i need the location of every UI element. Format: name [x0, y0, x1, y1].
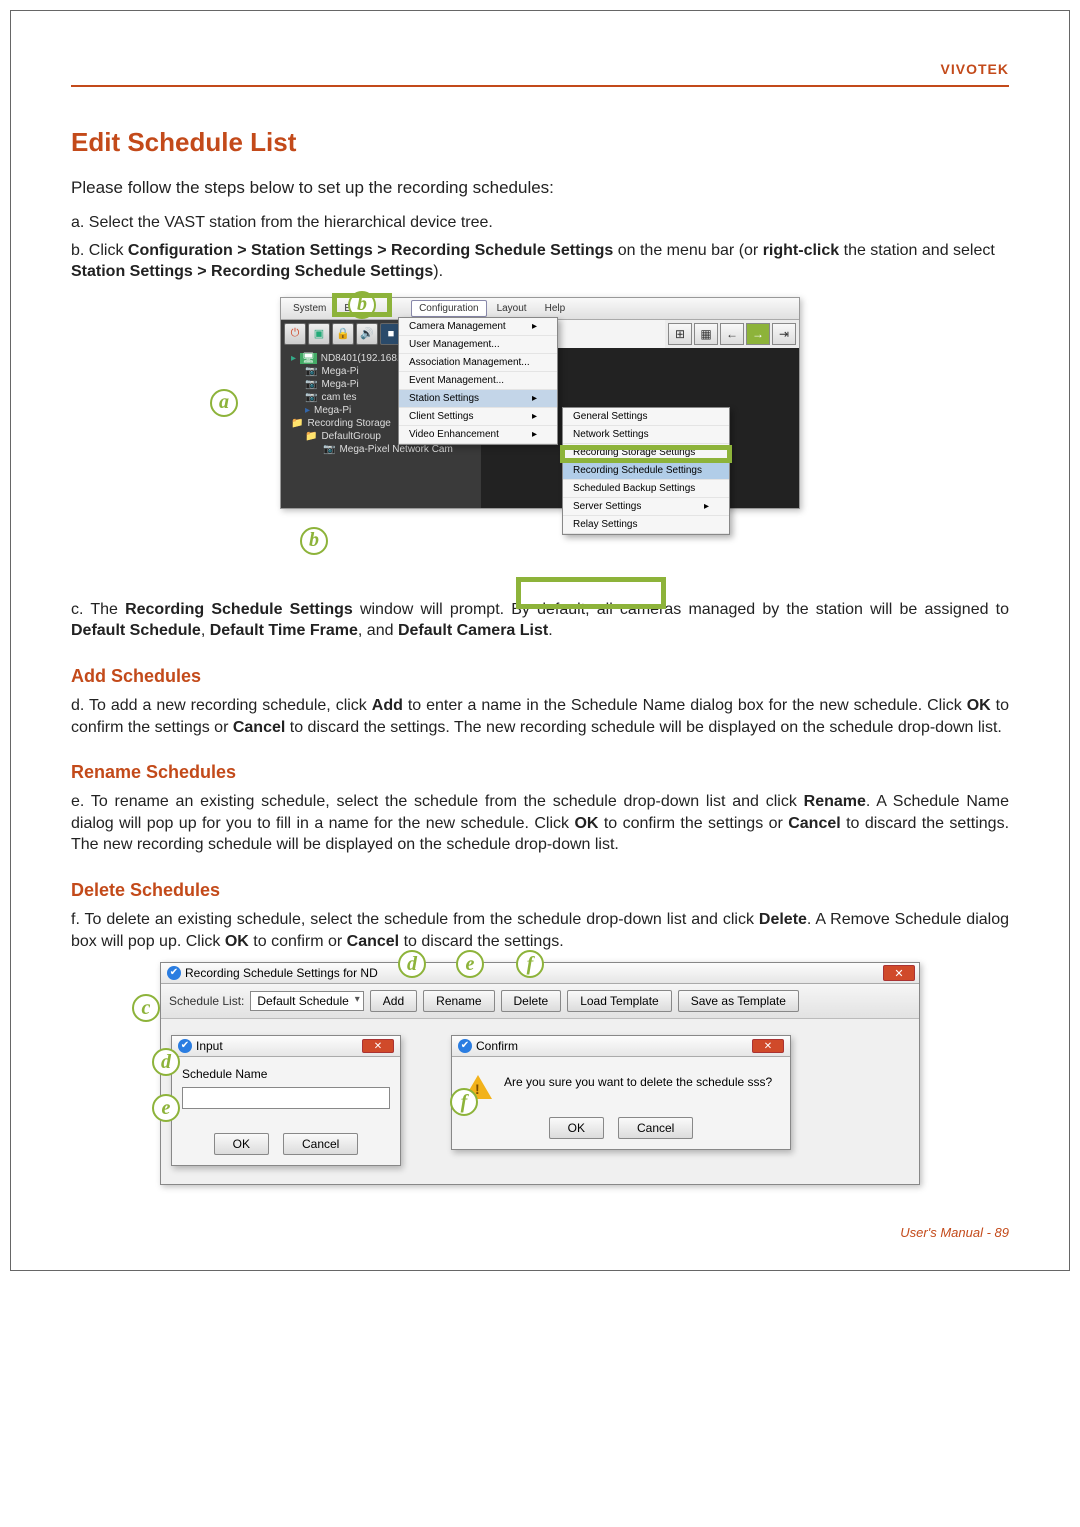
confirm-dialog-title: Confirm — [476, 1039, 518, 1053]
callout-d: d — [152, 1048, 180, 1076]
submenu-general[interactable]: General Settings — [563, 408, 729, 426]
camera-icon[interactable]: ▣ — [308, 323, 330, 345]
toolbar-right: ⊞ ▦ ← → ⇥ — [665, 320, 799, 348]
rss-toolbar: Schedule List: Default Schedule Add Rena… — [161, 984, 919, 1019]
step-e: e. To rename an existing schedule, selec… — [71, 791, 1009, 856]
input-dialog: ✔ Input ✕ Schedule Name OK Cancel — [171, 1035, 401, 1166]
confirm-message: Are you sure you want to delete the sche… — [504, 1075, 772, 1089]
heading-delete-schedules: Delete Schedules — [71, 880, 1009, 901]
input-dialog-title: Input — [196, 1039, 223, 1053]
menu-configuration[interactable]: Configuration — [411, 300, 486, 317]
schedule-name-input[interactable] — [182, 1087, 390, 1109]
cancel-button[interactable]: Cancel — [283, 1133, 358, 1155]
menu-client-settings[interactable]: Client Settings▸ — [399, 408, 557, 426]
submenu-server[interactable]: Server Settings▸ — [563, 498, 729, 516]
step-a: a. Select the VAST station from the hier… — [71, 212, 1009, 234]
highlight-rec-schedule — [560, 445, 732, 463]
close-icon[interactable]: ✕ — [883, 965, 915, 981]
power-icon[interactable]: ⏻ — [284, 323, 306, 345]
ok-button[interactable]: OK — [549, 1117, 604, 1139]
menu-user-mgmt[interactable]: User Management... — [399, 336, 557, 354]
footer-page: 89 — [995, 1225, 1009, 1240]
callout-f-top: f — [516, 950, 544, 978]
load-template-button[interactable]: Load Template — [567, 990, 672, 1012]
submenu-rec-schedule[interactable]: Recording Schedule Settings — [563, 462, 729, 480]
footer-label: User's Manual - — [900, 1225, 994, 1240]
close-icon[interactable]: ✕ — [752, 1039, 784, 1053]
schedule-list-dropdown[interactable]: Default Schedule — [250, 991, 363, 1011]
add-button[interactable]: Add — [370, 990, 417, 1012]
menu-camera-mgmt[interactable]: Camera Management▸ — [399, 318, 557, 336]
step-a-text: Select the VAST station from the hierarc… — [84, 214, 493, 231]
step-b-prefix: b. — [71, 242, 84, 259]
callout-c: c — [132, 994, 160, 1022]
page-header: VIVOTEK — [71, 61, 1009, 87]
menu-video-enh[interactable]: Video Enhancement▸ — [399, 426, 557, 444]
step-d: d. To add a new recording schedule, clic… — [71, 695, 1009, 738]
layout-icon[interactable]: ▦ — [694, 323, 718, 345]
menu-assoc-mgmt[interactable]: Association Management... — [399, 354, 557, 372]
page-footer: User's Manual - 89 — [71, 1225, 1009, 1240]
callout-b2: b — [300, 527, 328, 555]
ok-button[interactable]: OK — [214, 1133, 269, 1155]
lock-icon[interactable]: 🔒 — [332, 323, 354, 345]
menu-layout[interactable]: Layout — [489, 300, 535, 317]
vivotek-logo-icon: ✔ — [167, 966, 181, 980]
callout-f: f — [450, 1088, 478, 1116]
config-dropdown: Camera Management▸ User Management... As… — [398, 317, 558, 445]
highlight-empty — [516, 577, 666, 609]
callout-e: e — [152, 1094, 180, 1122]
sound-icon[interactable]: 🔊 — [356, 323, 378, 345]
schedule-list-label: Schedule List: — [169, 994, 244, 1008]
vivotek-logo-icon: ✔ — [178, 1039, 192, 1053]
save-template-button[interactable]: Save as Template — [678, 990, 799, 1012]
confirm-dialog: ✔ Confirm ✕ Are you sure you want to del… — [451, 1035, 791, 1150]
step-f: f. To delete an existing schedule, selec… — [71, 909, 1009, 952]
cancel-button[interactable]: Cancel — [618, 1117, 693, 1139]
rename-button[interactable]: Rename — [423, 990, 494, 1012]
submenu-network[interactable]: Network Settings — [563, 426, 729, 444]
vivotek-logo-icon: ✔ — [458, 1039, 472, 1053]
step-b: b. Click Configuration > Station Setting… — [71, 240, 1009, 283]
callout-d-top: d — [398, 950, 426, 978]
rss-title: Recording Schedule Settings for ND — [185, 966, 378, 980]
submenu-relay[interactable]: Relay Settings — [563, 516, 729, 534]
screenshot-config-menu: System Edit View Configuration Layout He… — [280, 297, 800, 509]
toolbar-left: ⏻ ▣ 🔒 🔊 ■ — [281, 320, 405, 348]
callout-e-top: e — [456, 950, 484, 978]
heading-add-schedules: Add Schedules — [71, 666, 1009, 687]
menu-help[interactable]: Help — [537, 300, 574, 317]
delete-button[interactable]: Delete — [501, 990, 562, 1012]
close-icon[interactable]: ✕ — [362, 1039, 394, 1053]
menu-system[interactable]: System — [285, 300, 334, 317]
callout-a: a — [210, 389, 238, 417]
menu-station-settings[interactable]: Station Settings▸ — [399, 390, 557, 408]
schedule-name-label: Schedule Name — [182, 1067, 390, 1081]
intro-text: Please follow the steps below to set up … — [71, 178, 1009, 198]
highlight-b-menu — [332, 293, 392, 317]
grid-icon[interactable]: ⊞ — [668, 323, 692, 345]
forward-icon[interactable]: → — [746, 323, 770, 345]
station-settings-submenu: General Settings Network Settings Record… — [562, 407, 730, 535]
step-a-prefix: a. — [71, 214, 84, 231]
pin-icon[interactable]: ⇥ — [772, 323, 796, 345]
submenu-backup[interactable]: Scheduled Backup Settings — [563, 480, 729, 498]
step-c-prefix: c. — [71, 601, 83, 618]
page-title: Edit Schedule List — [71, 127, 1009, 158]
screenshot-schedule-settings: ✔ Recording Schedule Settings for ND ✕ S… — [160, 962, 920, 1185]
heading-rename-schedules: Rename Schedules — [71, 762, 1009, 783]
back-icon[interactable]: ← — [720, 323, 744, 345]
menu-event-mgmt[interactable]: Event Management... — [399, 372, 557, 390]
